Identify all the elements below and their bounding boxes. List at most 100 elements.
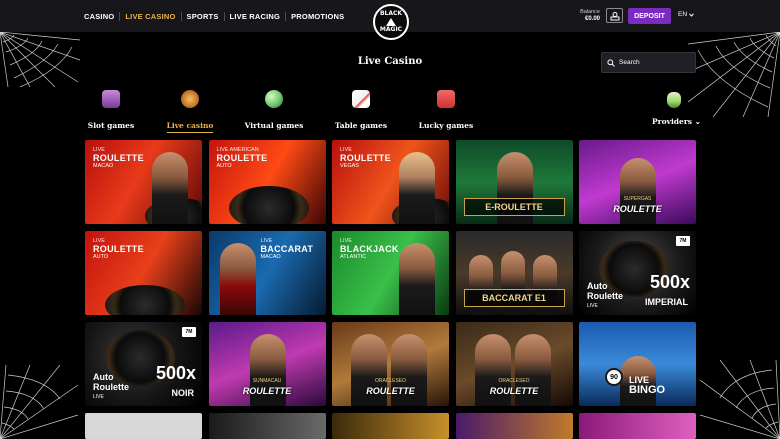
game-tile[interactable] <box>208 413 326 439</box>
game-tag: LIVE <box>340 238 352 244</box>
category-label: Live casino <box>166 121 214 133</box>
cobweb-bottom-left-icon <box>0 365 78 439</box>
game-variant: MACAO <box>260 254 281 260</box>
category-table-games[interactable]: Table games <box>321 90 401 133</box>
game-tile[interactable]: ORACLESEO ROULETTE <box>332 322 449 406</box>
category-label: Lucky games <box>418 121 474 130</box>
game-title: ROULETTE <box>613 204 662 214</box>
game-variant: MACAO <box>93 163 114 169</box>
providers-label: Providers <box>652 117 692 126</box>
game-title: BACCARAT E1 <box>463 289 565 307</box>
bingo-number: 90 <box>610 373 618 381</box>
search-input[interactable] <box>619 59 689 66</box>
cashier-button[interactable] <box>606 8 623 23</box>
provider-logo: 7M <box>182 327 196 337</box>
multiplier-label: 500x <box>649 272 690 292</box>
balance-label: Balance <box>580 9 600 15</box>
gift-box-icon <box>437 90 455 108</box>
game-tile[interactable]: LIVE ROULETTE AUTO <box>85 231 202 315</box>
search-icon <box>607 58 615 67</box>
multiplier-label: 500x <box>155 363 196 383</box>
game-title: ROULETTE <box>242 386 292 396</box>
game-title: ROULETTE <box>93 244 144 254</box>
game-tag: LIVE <box>93 147 105 153</box>
game-variant: NOIR <box>171 388 195 398</box>
game-tile[interactable] <box>579 413 696 439</box>
cobweb-top-right-icon <box>688 32 780 117</box>
balance-value: €0.00 <box>584 16 600 22</box>
nav-live-casino[interactable]: LIVE CASINO <box>120 11 182 21</box>
game-title: ROULETTE <box>489 386 539 396</box>
game-tile[interactable] <box>455 413 573 439</box>
site-logo[interactable]: BLACK MAGIC <box>373 4 409 40</box>
roulette-wheel-icon <box>228 186 309 224</box>
cashier-icon <box>610 11 619 20</box>
game-provider: ORACLESEO <box>374 378 407 384</box>
main-nav: CASINO LIVE CASINO SPORTS LIVE RACING PR… <box>84 0 349 32</box>
game-tile[interactable]: LIVE AMERICAN ROULETTE AUTO <box>208 140 326 224</box>
game-title-line2: Roulette <box>587 291 623 301</box>
dealer-image <box>152 152 188 224</box>
globe-icon <box>265 90 283 108</box>
game-tag: LIVE <box>260 238 273 244</box>
category-label: Table games <box>334 121 388 130</box>
language-code: EN <box>678 11 688 18</box>
game-tile[interactable]: 7M Auto Roulette LIVE 500x IMPERIAL <box>579 231 696 315</box>
logo-text-top: BLACK <box>379 9 403 17</box>
game-tile[interactable]: LIVE ROULETTE VEGAS <box>332 140 449 224</box>
playing-cards-icon <box>352 90 370 108</box>
category-lucky-games[interactable]: Lucky games <box>406 90 486 133</box>
dealer-image <box>620 158 656 224</box>
game-provider: SUPERGAS <box>623 196 652 202</box>
game-row-partial <box>85 413 696 439</box>
nav-casino[interactable]: CASINO <box>84 11 121 21</box>
language-selector[interactable]: EN <box>678 11 694 18</box>
game-tile[interactable]: LIVE BACCARAT MACAO <box>208 231 326 315</box>
game-tile[interactable]: SUPERGAS ROULETTE <box>579 140 696 224</box>
dealer-image <box>399 243 435 315</box>
deposit-button[interactable]: DEPOSIT <box>628 8 671 24</box>
game-tile[interactable]: LIVE BLACKJACK ATLANTIC <box>332 231 449 315</box>
roulette-wheel-icon <box>105 285 185 315</box>
game-tag: LIVE <box>93 238 105 244</box>
nav-sports[interactable]: SPORTS <box>182 11 225 21</box>
game-tile[interactable]: ORACLESEO ROULETTE <box>455 322 573 406</box>
game-grid: LIVE ROULETTE MACAO LIVE AMERICAN ROULET… <box>85 140 696 406</box>
nav-promotions[interactable]: PROMOTIONS <box>286 12 349 21</box>
game-tile[interactable]: 90 LIVE BINGO <box>579 322 696 406</box>
category-live-casino[interactable]: Live casino <box>150 90 230 133</box>
potion-icon <box>667 92 681 108</box>
game-title: BINGO <box>629 384 666 396</box>
game-title: BACCARAT <box>260 244 314 254</box>
dealer-image <box>399 152 435 224</box>
game-tile[interactable] <box>85 413 202 439</box>
game-tile[interactable]: LIVE ROULETTE MACAO <box>85 140 202 224</box>
search-box[interactable] <box>601 52 696 73</box>
game-title: ROULETTE <box>366 386 415 396</box>
game-variant: AUTO <box>93 254 109 260</box>
slot-machine-icon <box>102 90 120 108</box>
game-title: Auto <box>93 372 114 382</box>
category-slot-games[interactable]: Slot games <box>71 90 151 133</box>
game-variant: AUTO <box>216 163 232 169</box>
game-title: ROULETTE <box>340 153 391 163</box>
game-tile[interactable]: 7M Auto Roulette LIVE 500x NOIR <box>85 322 202 406</box>
game-tile[interactable] <box>332 413 449 439</box>
game-tile[interactable]: E-ROULETTE <box>455 140 573 224</box>
category-virtual-games[interactable]: Virtual games <box>234 90 314 133</box>
providers-dropdown[interactable]: Providers ⌄ <box>652 92 701 126</box>
game-title: Auto <box>587 281 608 291</box>
game-title: E-ROULETTE <box>463 198 565 216</box>
chevron-down-icon <box>689 12 694 17</box>
game-title-line2: Roulette <box>93 382 129 392</box>
logo-text-bottom: MAGIC <box>379 26 403 33</box>
game-title: ROULETTE <box>93 153 144 163</box>
provider-logo: 7M <box>676 236 690 246</box>
witch-hat-icon <box>386 18 396 26</box>
cobweb-bottom-right-icon <box>700 360 780 439</box>
game-tile[interactable]: SUNMACAU ROULETTE <box>208 322 326 406</box>
chevron-down-icon: ⌄ <box>694 117 701 126</box>
live-badge: LIVE <box>587 303 598 309</box>
nav-live-racing[interactable]: LIVE RACING <box>225 11 287 21</box>
game-tile[interactable]: BACCARAT E1 <box>455 231 573 315</box>
